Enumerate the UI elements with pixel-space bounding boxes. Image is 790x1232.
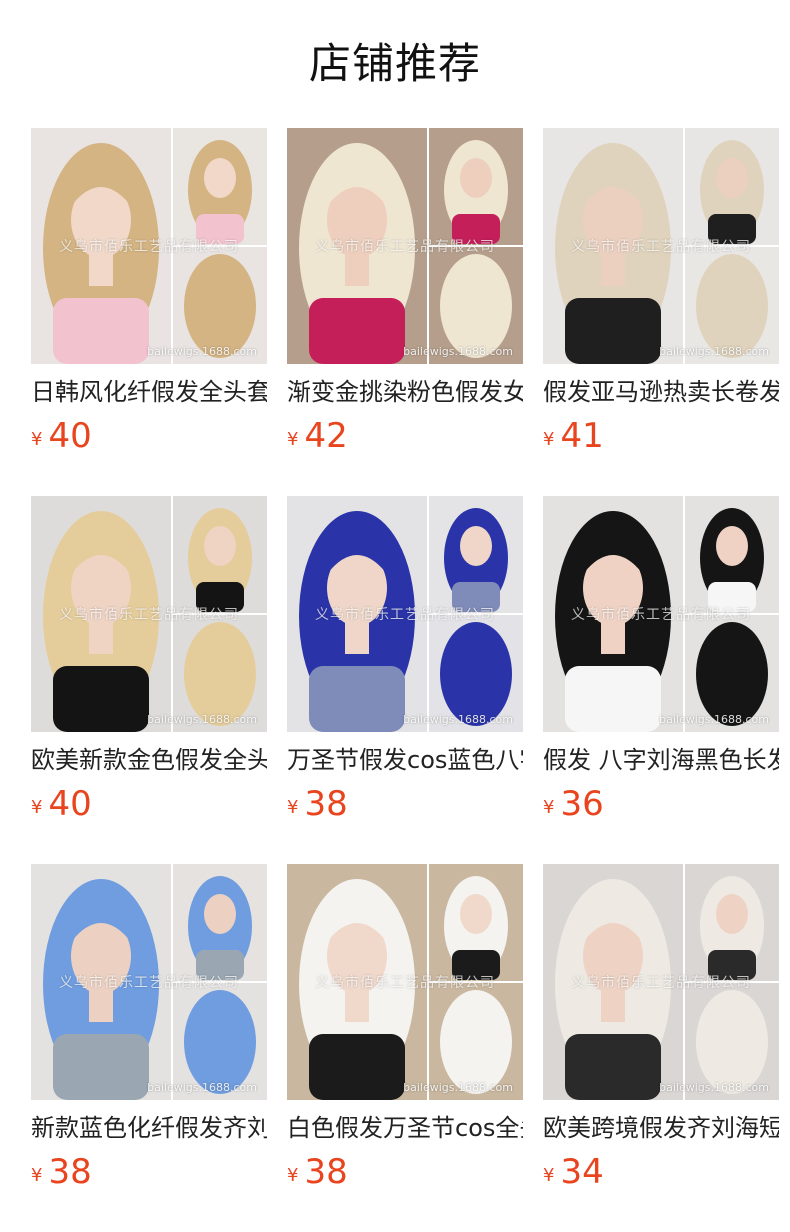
product-price: ¥41 <box>543 414 604 458</box>
product-card[interactable]: 义乌市佰乐工艺品有限公司 bailewigs.1688.com 新款蓝色化纤假发齐刘… <box>31 864 267 1204</box>
price-value: 38 <box>304 784 348 824</box>
product-price: ¥36 <box>543 782 604 826</box>
product-name[interactable]: 新款蓝色化纤假发齐刘海 <box>31 1110 267 1146</box>
watermark-text: 义乌市佰乐工艺品有限公司 <box>571 607 751 623</box>
product-name[interactable]: 渐变金挑染粉色假发女 <box>287 374 523 410</box>
currency-symbol: ¥ <box>31 797 43 818</box>
currency-symbol: ¥ <box>543 797 555 818</box>
product-image[interactable]: 义乌市佰乐工艺品有限公司 bailewigs.1688.com <box>543 864 779 1100</box>
product-image[interactable]: 义乌市佰乐工艺品有限公司 bailewigs.1688.com <box>31 496 267 732</box>
product-card[interactable]: 义乌市佰乐工艺品有限公司 bailewigs.1688.com 欧美新款金色假发全头… <box>31 496 267 836</box>
product-image[interactable]: 义乌市佰乐工艺品有限公司 bailewigs.1688.com <box>31 864 267 1100</box>
product-card[interactable]: 义乌市佰乐工艺品有限公司 bailewigs.1688.com 渐变金挑染粉色假发女… <box>287 128 523 468</box>
product-card[interactable]: 义乌市佰乐工艺品有限公司 bailewigs.1688.com 欧美跨境假发齐刘海短… <box>543 864 779 1204</box>
watermark-text: 义乌市佰乐工艺品有限公司 <box>315 607 495 623</box>
price-value: 38 <box>304 1152 348 1192</box>
product-price: ¥42 <box>287 414 348 458</box>
product-name[interactable]: 假发 八字刘海黑色长发 <box>543 742 779 778</box>
product-price: ¥40 <box>31 414 92 458</box>
currency-symbol: ¥ <box>287 1165 299 1186</box>
price-value: 36 <box>560 784 604 824</box>
price-value: 40 <box>48 416 92 456</box>
product-name[interactable]: 欧美新款金色假发全头套 <box>31 742 267 778</box>
product-card[interactable]: 义乌市佰乐工艺品有限公司 bailewigs.1688.com 假发亚马逊热卖长卷发… <box>543 128 779 468</box>
product-image[interactable]: 义乌市佰乐工艺品有限公司 bailewigs.1688.com <box>543 496 779 732</box>
watermark-text: 义乌市佰乐工艺品有限公司 <box>571 239 751 255</box>
watermark-text: 义乌市佰乐工艺品有限公司 <box>315 239 495 255</box>
watermark-site: bailewigs.1688.com <box>147 713 257 726</box>
product-image[interactable]: 义乌市佰乐工艺品有限公司 bailewigs.1688.com <box>543 128 779 364</box>
currency-symbol: ¥ <box>543 1165 555 1186</box>
product-price: ¥38 <box>287 782 348 826</box>
product-name[interactable]: 日韩风化纤假发全头套 <box>31 374 267 410</box>
currency-symbol: ¥ <box>31 429 43 450</box>
product-name[interactable]: 万圣节假发cos蓝色八字 <box>287 742 523 778</box>
product-card[interactable]: 义乌市佰乐工艺品有限公司 bailewigs.1688.com 万圣节假发cos蓝色… <box>287 496 523 836</box>
watermark-text: 义乌市佰乐工艺品有限公司 <box>571 975 751 991</box>
product-image[interactable]: 义乌市佰乐工艺品有限公司 bailewigs.1688.com <box>287 128 523 364</box>
watermark-text: 义乌市佰乐工艺品有限公司 <box>59 607 239 623</box>
product-card[interactable]: 义乌市佰乐工艺品有限公司 bailewigs.1688.com 白色假发万圣节cos… <box>287 864 523 1204</box>
watermark-text: 义乌市佰乐工艺品有限公司 <box>315 975 495 991</box>
watermark-site: bailewigs.1688.com <box>659 345 769 358</box>
product-price: ¥40 <box>31 782 92 826</box>
watermark-site: bailewigs.1688.com <box>659 1081 769 1094</box>
price-value: 42 <box>304 416 348 456</box>
product-grid: 义乌市佰乐工艺品有限公司 bailewigs.1688.com 日韩风化纤假发全头套… <box>31 128 779 1228</box>
price-value: 38 <box>48 1152 92 1192</box>
watermark-site: bailewigs.1688.com <box>403 713 513 726</box>
price-value: 40 <box>48 784 92 824</box>
watermark-site: bailewigs.1688.com <box>659 713 769 726</box>
product-price: ¥34 <box>543 1150 604 1194</box>
watermark-text: 义乌市佰乐工艺品有限公司 <box>59 239 239 255</box>
currency-symbol: ¥ <box>287 797 299 818</box>
currency-symbol: ¥ <box>287 429 299 450</box>
product-name[interactable]: 假发亚马逊热卖长卷发 <box>543 374 779 410</box>
watermark-site: bailewigs.1688.com <box>147 1081 257 1094</box>
watermark-text: 义乌市佰乐工艺品有限公司 <box>59 975 239 991</box>
price-value: 41 <box>560 416 604 456</box>
product-name[interactable]: 白色假发万圣节cos全头套 <box>287 1110 523 1146</box>
product-image[interactable]: 义乌市佰乐工艺品有限公司 bailewigs.1688.com <box>287 864 523 1100</box>
currency-symbol: ¥ <box>31 1165 43 1186</box>
section-title: 店铺推荐 <box>308 39 481 88</box>
product-price: ¥38 <box>31 1150 92 1194</box>
product-price: ¥38 <box>287 1150 348 1194</box>
product-card[interactable]: 义乌市佰乐工艺品有限公司 bailewigs.1688.com 假发 八字刘海黑色长… <box>543 496 779 836</box>
watermark-site: bailewigs.1688.com <box>403 1081 513 1094</box>
currency-symbol: ¥ <box>543 429 555 450</box>
product-image[interactable]: 义乌市佰乐工艺品有限公司 bailewigs.1688.com <box>287 496 523 732</box>
watermark-site: bailewigs.1688.com <box>403 345 513 358</box>
watermark-site: bailewigs.1688.com <box>147 345 257 358</box>
product-card[interactable]: 义乌市佰乐工艺品有限公司 bailewigs.1688.com 日韩风化纤假发全头套… <box>31 128 267 468</box>
product-image[interactable]: 义乌市佰乐工艺品有限公司 bailewigs.1688.com <box>31 128 267 364</box>
price-value: 34 <box>560 1152 604 1192</box>
product-name[interactable]: 欧美跨境假发齐刘海短发 <box>543 1110 779 1146</box>
